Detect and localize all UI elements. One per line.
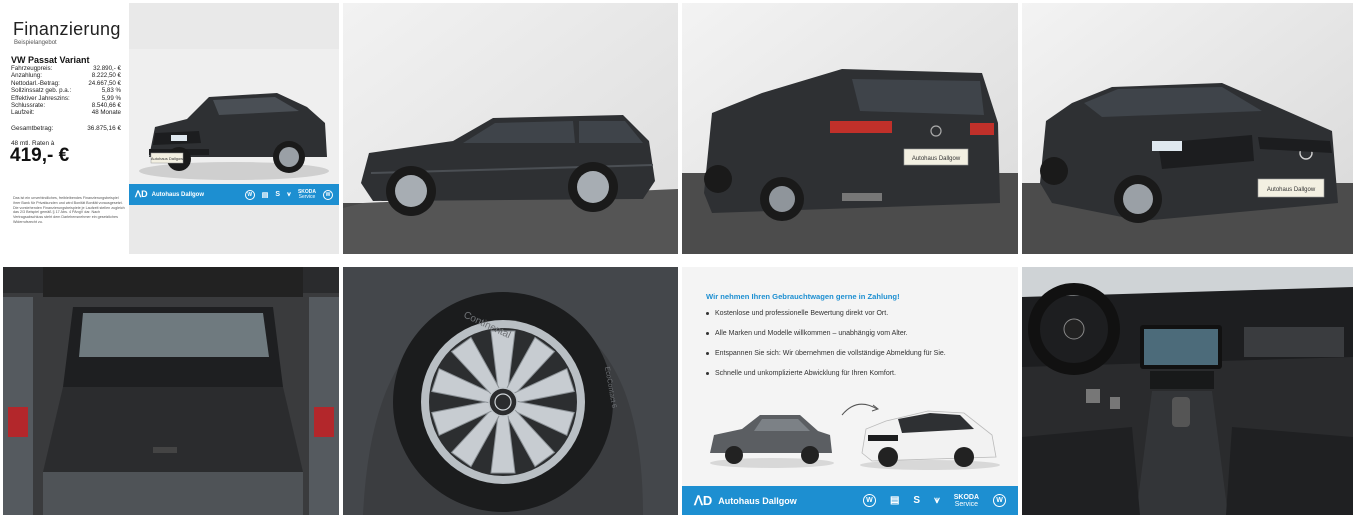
list-item: Alle Marken und Modelle willkommen – una… <box>706 329 1006 349</box>
gallery-image-wheel[interactable]: Continental EcoContact 6 <box>343 267 678 515</box>
cupra-icon: S <box>275 191 280 198</box>
financing-title: Finanzierung <box>13 19 121 39</box>
financing-row: Fahrzeugpreis: 32.890,- € <box>11 65 121 72</box>
gallery-image-trunk[interactable] <box>3 267 339 515</box>
dealer-logo: ᐱD Autohaus Dallgow <box>694 492 797 508</box>
list-item: Kostenlose und professionelle Bewertung … <box>706 309 1006 329</box>
vw-icon: W <box>323 189 333 200</box>
gallery-image-rear[interactable]: Autohaus Dallgow <box>682 3 1018 254</box>
trade-in-list: Kostenlose und professionelle Bewertung … <box>706 309 1006 389</box>
license-plate-text: Autohaus Dallgow <box>151 156 183 161</box>
vw-icon: W <box>244 189 255 200</box>
financing-row: Schlussrate: 8.540,66 € <box>11 102 121 110</box>
financing-model: VW Passat Variant <box>11 55 90 65</box>
financing-subtitle: Beispielangebot <box>14 40 57 46</box>
dealer-bar: ᐱD Autohaus Dallgow W ▤ S ⩛ SKODA Service… <box>129 184 339 205</box>
financing-row: Nettodarl.-Betrag: 24.667,50 € <box>11 79 121 87</box>
gallery-image-side[interactable] <box>343 3 678 254</box>
list-item: Entspannen Sie sich: Wir übernehmen die … <box>706 349 1006 369</box>
ad-logo-icon: ᐱD <box>694 492 713 508</box>
financing-disclaimer: Das ist ein unverbindliches, freibleiben… <box>13 196 125 224</box>
financing-row: Laufzeit: 48 Monate <box>11 109 121 117</box>
vw-icon: W <box>993 494 1006 507</box>
financing-row: Effektiver Jahreszins: 5,99 % <box>11 94 121 102</box>
ad-logo-icon: ᐱD <box>135 189 148 199</box>
cupra-icon: ⩛ <box>934 495 940 506</box>
financing-rate-value: 419,- € <box>10 145 70 166</box>
seat-icon: ▤ <box>261 191 269 199</box>
license-plate-text: Autohaus Dallgow <box>912 156 961 162</box>
gallery-image-trade-in[interactable]: Wir nehmen Ihren Gebrauchtwagen gerne in… <box>682 267 1018 515</box>
skoda-icon: SKODA Service <box>297 188 316 200</box>
license-plate-text: Autohaus Dallgow <box>1267 187 1316 193</box>
cupra-icon: ⩛ <box>286 190 291 198</box>
list-item: Schnelle und unkomplizierte Abwicklung f… <box>706 369 1006 389</box>
seat-icon: ▤ <box>889 495 900 506</box>
dealer-bar: ᐱD Autohaus Dallgow W ▤ S ⩛ SKODA Service… <box>682 486 1018 515</box>
dealer-logo: ᐱD Autohaus Dallgow <box>135 189 204 199</box>
gallery-image-front[interactable]: Autohaus Dallgow <box>1022 3 1353 254</box>
financing-panel: Finanzierung Beispielangebot VW Passat V… <box>3 3 129 254</box>
gallery-image-interior[interactable] <box>1022 267 1353 515</box>
financing-total: Gesamtbetrag: 36.875,16 € <box>11 125 121 132</box>
vw-icon: W <box>862 494 876 507</box>
financing-rows: Fahrzeugpreis: 32.890,- € Anzahlung: 8.222… <box>11 65 121 117</box>
financing-row: Anzahlung: 8.222,50 € <box>11 72 121 80</box>
car-front-photo: Autohaus Dallgow <box>129 49 339 205</box>
trade-in-heading: Wir nehmen Ihren Gebrauchtwagen gerne in… <box>706 292 900 301</box>
financing-row: Sollzinssatz geb. p.a.: 5,83 % <box>11 87 121 95</box>
trade-in-illustration <box>702 395 1002 475</box>
skoda-icon: SKODA Service <box>953 493 979 508</box>
gallery-image-financing[interactable]: Finanzierung Beispielangebot VW Passat V… <box>3 3 339 254</box>
cupra-icon: S <box>913 495 921 506</box>
